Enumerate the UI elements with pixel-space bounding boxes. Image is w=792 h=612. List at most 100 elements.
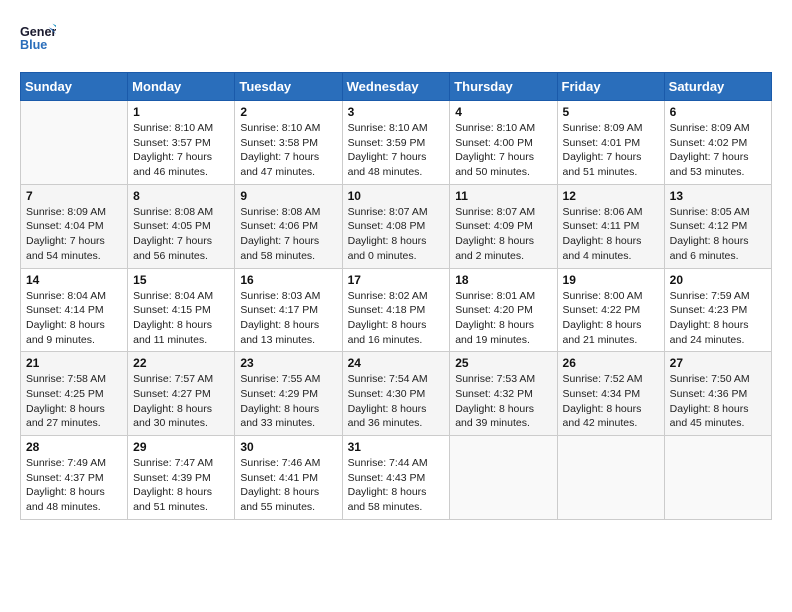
week-row-1: 7 Sunrise: 8:09 AMSunset: 4:04 PMDaylight… [21, 184, 772, 268]
page-header: General Blue [20, 20, 772, 56]
calendar-cell: 12 Sunrise: 8:06 AMSunset: 4:11 PMDayligh… [557, 184, 664, 268]
calendar-cell: 15 Sunrise: 8:04 AMSunset: 4:15 PMDayligh… [128, 268, 235, 352]
day-number: 16 [240, 273, 336, 287]
calendar-cell: 27 Sunrise: 7:50 AMSunset: 4:36 PMDayligh… [664, 352, 771, 436]
day-number: 9 [240, 189, 336, 203]
calendar-cell: 17Sunrise: 8:02 AMSunset: 4:18 PMDayligh… [342, 268, 450, 352]
day-info: Sunrise: 7:46 AMSunset: 4:41 PMDaylight:… [240, 456, 336, 515]
calendar-cell: 28 Sunrise: 7:49 AMSunset: 4:37 PMDayligh… [21, 436, 128, 520]
header-friday: Friday [557, 73, 664, 101]
day-info: Sunrise: 8:10 AMSunset: 3:59 PMDaylight:… [348, 121, 445, 180]
day-number: 6 [670, 105, 766, 119]
day-number: 27 [670, 356, 766, 370]
header-saturday: Saturday [664, 73, 771, 101]
header-sunday: Sunday [21, 73, 128, 101]
calendar-cell: 31 Sunrise: 7:44 AMSunset: 4:43 PMDayligh… [342, 436, 450, 520]
calendar-table: SundayMondayTuesdayWednesdayThursdayFrid… [20, 72, 772, 520]
day-number: 4 [455, 105, 551, 119]
day-number: 22 [133, 356, 229, 370]
day-info: Sunrise: 7:50 AMSunset: 4:36 PMDaylight:… [670, 372, 766, 431]
day-info: Sunrise: 8:09 AMSunset: 4:02 PMDaylight:… [670, 121, 766, 180]
day-info: Sunrise: 8:04 AMSunset: 4:14 PMDaylight:… [26, 289, 122, 348]
day-number: 30 [240, 440, 336, 454]
calendar-cell: 8Sunrise: 8:08 AMSunset: 4:05 PMDaylight… [128, 184, 235, 268]
calendar-cell [21, 101, 128, 185]
calendar-cell: 24 Sunrise: 7:54 AMSunset: 4:30 PMDayligh… [342, 352, 450, 436]
calendar-cell: 16 Sunrise: 8:03 AMSunset: 4:17 PMDayligh… [235, 268, 342, 352]
calendar-cell: 18 Sunrise: 8:01 AMSunset: 4:20 PMDayligh… [450, 268, 557, 352]
week-row-2: 14Sunrise: 8:04 AMSunset: 4:14 PMDayligh… [21, 268, 772, 352]
day-number: 5 [563, 105, 659, 119]
calendar-cell: 23Sunrise: 7:55 AMSunset: 4:29 PMDayligh… [235, 352, 342, 436]
logo-icon: General Blue [20, 20, 56, 56]
svg-text:Blue: Blue [20, 38, 47, 52]
day-number: 23 [240, 356, 336, 370]
day-info: Sunrise: 8:09 AMSunset: 4:01 PMDaylight:… [563, 121, 659, 180]
calendar-cell: 30 Sunrise: 7:46 AMSunset: 4:41 PMDayligh… [235, 436, 342, 520]
calendar-cell: 13Sunrise: 8:05 AMSunset: 4:12 PMDayligh… [664, 184, 771, 268]
calendar-cell: 5 Sunrise: 8:09 AMSunset: 4:01 PMDaylight… [557, 101, 664, 185]
calendar-cell: 11 Sunrise: 8:07 AMSunset: 4:09 PMDayligh… [450, 184, 557, 268]
day-info: Sunrise: 7:44 AMSunset: 4:43 PMDaylight:… [348, 456, 445, 515]
calendar-cell [557, 436, 664, 520]
day-number: 15 [133, 273, 229, 287]
week-row-4: 28 Sunrise: 7:49 AMSunset: 4:37 PMDayligh… [21, 436, 772, 520]
day-info: Sunrise: 8:07 AMSunset: 4:09 PMDaylight:… [455, 205, 551, 264]
day-info: Sunrise: 7:57 AMSunset: 4:27 PMDaylight:… [133, 372, 229, 431]
calendar-cell [664, 436, 771, 520]
day-number: 24 [348, 356, 445, 370]
day-info: Sunrise: 8:03 AMSunset: 4:17 PMDaylight:… [240, 289, 336, 348]
day-info: Sunrise: 8:07 AMSunset: 4:08 PMDaylight:… [348, 205, 445, 264]
week-row-0: 1 Sunrise: 8:10 AMSunset: 3:57 PMDaylight… [21, 101, 772, 185]
calendar-cell: 22 Sunrise: 7:57 AMSunset: 4:27 PMDayligh… [128, 352, 235, 436]
calendar-cell: 2 Sunrise: 8:10 AMSunset: 3:58 PMDaylight… [235, 101, 342, 185]
day-number: 19 [563, 273, 659, 287]
day-number: 25 [455, 356, 551, 370]
calendar-cell: 25Sunrise: 7:53 AMSunset: 4:32 PMDayligh… [450, 352, 557, 436]
day-info: Sunrise: 8:02 AMSunset: 4:18 PMDaylight:… [348, 289, 445, 348]
day-number: 21 [26, 356, 122, 370]
day-number: 31 [348, 440, 445, 454]
day-number: 18 [455, 273, 551, 287]
logo: General Blue [20, 20, 62, 56]
calendar-cell: 21 Sunrise: 7:58 AMSunset: 4:25 PMDayligh… [21, 352, 128, 436]
day-info: Sunrise: 8:01 AMSunset: 4:20 PMDaylight:… [455, 289, 551, 348]
header-wednesday: Wednesday [342, 73, 450, 101]
day-number: 10 [348, 189, 445, 203]
week-row-3: 21 Sunrise: 7:58 AMSunset: 4:25 PMDayligh… [21, 352, 772, 436]
calendar-cell: 3 Sunrise: 8:10 AMSunset: 3:59 PMDaylight… [342, 101, 450, 185]
day-number: 20 [670, 273, 766, 287]
day-info: Sunrise: 8:10 AMSunset: 3:58 PMDaylight:… [240, 121, 336, 180]
day-info: Sunrise: 7:58 AMSunset: 4:25 PMDaylight:… [26, 372, 122, 431]
day-number: 2 [240, 105, 336, 119]
day-info: Sunrise: 7:49 AMSunset: 4:37 PMDaylight:… [26, 456, 122, 515]
calendar-cell: 7 Sunrise: 8:09 AMSunset: 4:04 PMDaylight… [21, 184, 128, 268]
day-info: Sunrise: 7:59 AMSunset: 4:23 PMDaylight:… [670, 289, 766, 348]
day-info: Sunrise: 8:10 AMSunset: 3:57 PMDaylight:… [133, 121, 229, 180]
day-info: Sunrise: 8:04 AMSunset: 4:15 PMDaylight:… [133, 289, 229, 348]
header-tuesday: Tuesday [235, 73, 342, 101]
calendar-cell: 19 Sunrise: 8:00 AMSunset: 4:22 PMDayligh… [557, 268, 664, 352]
day-number: 12 [563, 189, 659, 203]
calendar-header-row: SundayMondayTuesdayWednesdayThursdayFrid… [21, 73, 772, 101]
day-info: Sunrise: 7:54 AMSunset: 4:30 PMDaylight:… [348, 372, 445, 431]
header-monday: Monday [128, 73, 235, 101]
day-number: 11 [455, 189, 551, 203]
day-info: Sunrise: 8:05 AMSunset: 4:12 PMDaylight:… [670, 205, 766, 264]
day-info: Sunrise: 7:52 AMSunset: 4:34 PMDaylight:… [563, 372, 659, 431]
day-number: 3 [348, 105, 445, 119]
day-number: 26 [563, 356, 659, 370]
day-info: Sunrise: 8:00 AMSunset: 4:22 PMDaylight:… [563, 289, 659, 348]
calendar-cell: 20 Sunrise: 7:59 AMSunset: 4:23 PMDayligh… [664, 268, 771, 352]
day-info: Sunrise: 8:08 AMSunset: 4:06 PMDaylight:… [240, 205, 336, 264]
day-info: Sunrise: 8:06 AMSunset: 4:11 PMDaylight:… [563, 205, 659, 264]
day-info: Sunrise: 8:10 AMSunset: 4:00 PMDaylight:… [455, 121, 551, 180]
calendar-cell: 1 Sunrise: 8:10 AMSunset: 3:57 PMDaylight… [128, 101, 235, 185]
day-info: Sunrise: 8:09 AMSunset: 4:04 PMDaylight:… [26, 205, 122, 264]
calendar-cell: 9 Sunrise: 8:08 AMSunset: 4:06 PMDaylight… [235, 184, 342, 268]
day-number: 8 [133, 189, 229, 203]
calendar-cell: 6 Sunrise: 8:09 AMSunset: 4:02 PMDaylight… [664, 101, 771, 185]
day-number: 7 [26, 189, 122, 203]
day-number: 28 [26, 440, 122, 454]
day-number: 1 [133, 105, 229, 119]
